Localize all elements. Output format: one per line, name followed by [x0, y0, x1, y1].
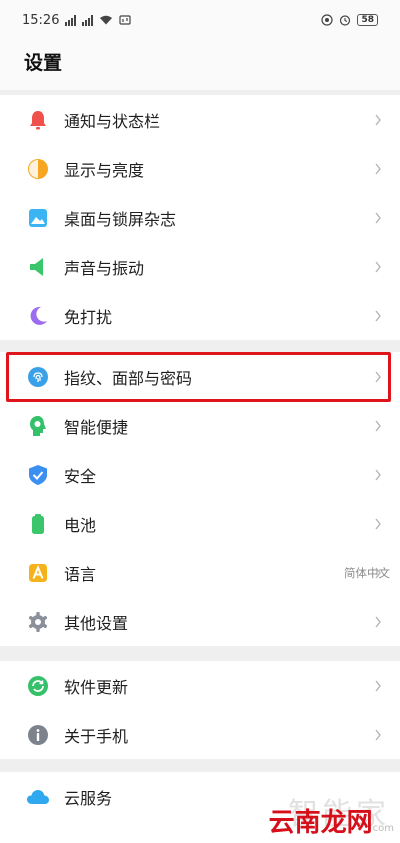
settings-item-label: 桌面与锁屏杂志: [64, 209, 177, 229]
settings-item-label: 免打扰: [64, 307, 113, 327]
battery-indicator: 58: [357, 14, 378, 26]
settings-item-label: 通知与状态栏: [64, 111, 161, 131]
settings-group-3: 软件更新 关于手机: [0, 661, 400, 759]
settings-item-battery[interactable]: 电池: [0, 499, 400, 548]
alarm-icon: [340, 15, 351, 26]
settings-group-1: 通知与状态栏 显示与亮度 桌面与锁屏杂志 声音与振动 免打扰: [0, 95, 400, 340]
settings-item-label: 其他设置: [64, 613, 129, 633]
highlight-box: [6, 352, 391, 402]
settings-item-smart-convenience[interactable]: 智能便捷: [0, 401, 400, 450]
settings-item-label: 智能便捷: [64, 417, 129, 437]
settings-item-label: 关于手机: [64, 726, 129, 746]
cloud-icon: [26, 785, 50, 809]
brightness-icon: [26, 157, 50, 181]
moon-icon: [26, 304, 50, 328]
settings-item-label: 声音与振动: [64, 258, 145, 278]
page-title: 设置: [24, 52, 63, 74]
settings-item-other-settings[interactable]: 其他设置: [0, 597, 400, 646]
location-icon: [321, 14, 334, 26]
settings-item-sound[interactable]: 声音与振动: [0, 242, 400, 291]
settings-item-language[interactable]: 语言 简体中文: [0, 548, 400, 597]
smart-head-icon: [26, 414, 50, 438]
info-icon: [26, 723, 50, 747]
status-left: 15:26: [22, 12, 132, 28]
chevron-right-icon: [375, 469, 381, 480]
shield-check-icon: [26, 463, 50, 487]
chevron-right-icon: [375, 261, 381, 272]
status-bar: 15:26 58: [0, 0, 400, 40]
chevron-right-icon: [375, 518, 381, 529]
settings-item-label: 软件更新: [64, 677, 129, 697]
chevron-right-icon: [375, 616, 381, 627]
wallpaper-icon: [26, 206, 50, 230]
signal-2-icon: [82, 14, 94, 26]
language-icon: [26, 561, 50, 585]
bell-icon: [26, 108, 50, 132]
data-transfer-icon: [119, 15, 132, 25]
signal-icon: [65, 14, 77, 26]
chevron-right-icon: [375, 729, 381, 740]
settings-item-label: 安全: [64, 466, 97, 486]
page-header: 设置: [0, 40, 400, 90]
settings-item-label: 语言: [64, 564, 97, 584]
wifi-icon: [100, 15, 113, 25]
gear-icon: [26, 610, 50, 634]
settings-item-do-not-disturb[interactable]: 免打扰: [0, 291, 400, 340]
watermark-bottom: 云南龙网com: [269, 802, 394, 839]
settings-item-label: 云服务: [64, 788, 113, 808]
chevron-right-icon: [375, 567, 381, 578]
clock-time: 15:26: [22, 12, 60, 28]
settings-item-about-phone[interactable]: 关于手机: [0, 710, 400, 759]
battery-icon: [26, 512, 50, 536]
settings-item-display[interactable]: 显示与亮度: [0, 144, 400, 193]
settings-item-security[interactable]: 安全: [0, 450, 400, 499]
chevron-right-icon: [375, 680, 381, 691]
language-value: 简体中文: [344, 565, 390, 580]
chevron-right-icon: [375, 212, 381, 223]
chevron-right-icon: [375, 163, 381, 174]
speaker-icon: [26, 255, 50, 279]
status-right: 58: [321, 14, 378, 26]
settings-item-software-update[interactable]: 软件更新: [0, 661, 400, 710]
settings-item-label: 电池: [64, 515, 97, 535]
settings-item-label: 显示与亮度: [64, 160, 145, 180]
chevron-right-icon: [375, 114, 381, 125]
settings-item-notifications[interactable]: 通知与状态栏: [0, 95, 400, 144]
update-icon: [26, 674, 50, 698]
chevron-right-icon: [375, 310, 381, 321]
watermark: 智能家 云南龙网com: [256, 789, 396, 839]
watermark-bottom-sub: com: [372, 823, 394, 834]
watermark-bottom-text: 云南龙网: [268, 808, 373, 838]
settings-item-wallpaper[interactable]: 桌面与锁屏杂志: [0, 193, 400, 242]
chevron-right-icon: [375, 420, 381, 431]
